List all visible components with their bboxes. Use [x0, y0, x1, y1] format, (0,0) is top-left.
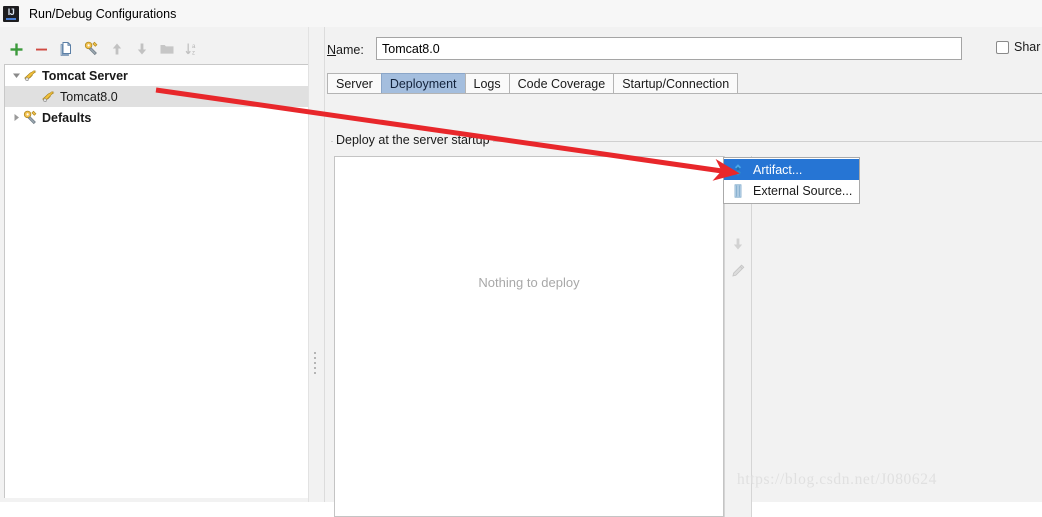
- edit-deployment-button[interactable]: [726, 259, 750, 283]
- tomcat-icon: [23, 68, 39, 84]
- move-down-deployment-button[interactable]: [726, 232, 750, 256]
- deployment-empty-text: Nothing to deploy: [478, 275, 580, 290]
- svg-text:z: z: [192, 51, 195, 57]
- add-deployment-popup-menu[interactable]: Artifact... External Source...: [723, 157, 860, 204]
- svg-text:a: a: [192, 44, 196, 50]
- triangle-down-icon[interactable]: [9, 69, 23, 83]
- tree-twisty-placeholder: [9, 90, 23, 104]
- name-input[interactable]: [376, 37, 962, 60]
- tab-underline: [327, 93, 1042, 94]
- share-checkbox-label: Shar: [1014, 40, 1041, 54]
- create-folder-button[interactable]: [155, 38, 178, 61]
- remove-configuration-button[interactable]: [30, 38, 53, 61]
- configuration-tabs[interactable]: Server Deployment Logs Code Coverage Sta…: [327, 72, 739, 94]
- move-up-button[interactable]: [105, 38, 128, 61]
- wrench-icon: [23, 110, 39, 126]
- artifact-diamond-icon: [730, 162, 746, 178]
- window-title: Run/Debug Configurations: [29, 6, 177, 21]
- move-down-button[interactable]: [130, 38, 153, 61]
- menu-item-artifact[interactable]: Artifact...: [724, 159, 859, 180]
- tab-logs[interactable]: Logs: [464, 73, 510, 94]
- deployment-list[interactable]: Nothing to deploy: [334, 156, 724, 517]
- tab-startup-connection[interactable]: Startup/Connection: [613, 73, 739, 94]
- intellij-idea-icon: IJ: [3, 5, 19, 22]
- deployment-side-toolbar: [724, 156, 752, 517]
- share-checkbox-row[interactable]: Shar: [996, 40, 1042, 54]
- intellij-idea-icon-bar: [6, 17, 16, 20]
- tree-node-label: Tomcat8.0: [60, 89, 118, 104]
- configurations-toolbar: a z: [0, 35, 308, 63]
- tree-node-tomcat8[interactable]: Tomcat8.0: [5, 86, 312, 107]
- name-row: Name: Shar: [325, 37, 1042, 63]
- sort-az-button[interactable]: a z: [180, 38, 203, 61]
- archive-icon: [730, 183, 746, 199]
- panel-splitter[interactable]: [308, 27, 325, 502]
- name-field-label: Name:: [327, 43, 364, 57]
- splitter-grip[interactable]: [313, 352, 317, 382]
- tab-server[interactable]: Server: [327, 73, 382, 94]
- menu-item-label: Artifact...: [753, 162, 803, 177]
- tomcat-icon: [41, 89, 57, 105]
- tree-node-tomcat-server[interactable]: Tomcat Server: [5, 65, 312, 86]
- tree-node-label: Defaults: [42, 110, 92, 125]
- share-checkbox[interactable]: [996, 40, 1009, 54]
- copy-configuration-button[interactable]: [55, 38, 78, 61]
- add-configuration-button[interactable]: [5, 38, 28, 61]
- tree-node-defaults[interactable]: Defaults: [5, 107, 312, 128]
- configurations-tree[interactable]: Tomcat Server Tomcat8.0 Defaults: [4, 64, 312, 498]
- tab-deployment[interactable]: Deployment: [380, 73, 466, 94]
- edit-defaults-button[interactable]: [80, 38, 103, 61]
- tree-node-label: Tomcat Server: [42, 68, 128, 83]
- menu-item-label: External Source...: [753, 183, 853, 198]
- triangle-right-icon[interactable]: [9, 111, 23, 125]
- watermark-text: https://blog.csdn.net/J080624: [737, 471, 937, 488]
- dialog-body: a z Tomcat Server Tomcat8.0 Defaults Nam…: [0, 27, 1042, 517]
- configuration-editor-panel: Name: Shar Server Deployment Logs Code C…: [325, 27, 1042, 517]
- window-title-bar: IJ Run/Debug Configurations: [0, 0, 1042, 28]
- configurations-left-panel: a z Tomcat Server Tomcat8.0 Defaults: [0, 27, 312, 502]
- menu-item-external-source[interactable]: External Source...: [724, 180, 859, 201]
- intellij-idea-icon-text: IJ: [7, 6, 15, 17]
- deploy-group-label: Deploy at the server startup: [333, 133, 493, 147]
- tab-code-coverage[interactable]: Code Coverage: [508, 73, 615, 94]
